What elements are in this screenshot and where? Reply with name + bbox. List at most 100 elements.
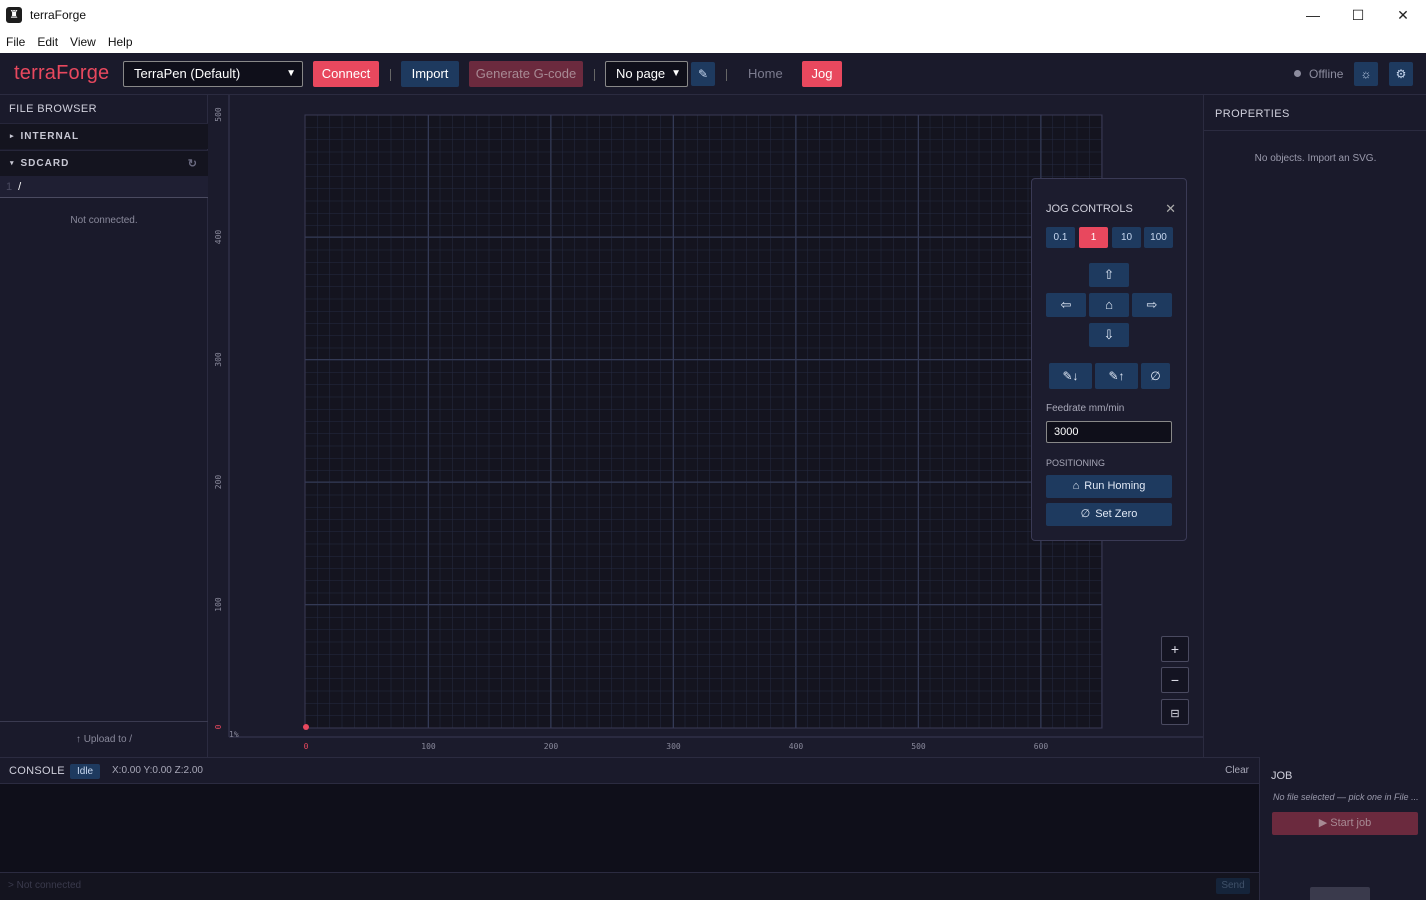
close-window-button[interactable]: ✕ xyxy=(1380,0,1426,30)
upload-button[interactable]: ↑ Upload to / xyxy=(0,721,208,757)
arrow-right-icon: ⇨ xyxy=(1146,297,1158,312)
console-header: CONSOLE Idle X:0.00 Y:0.00 Z:2.00 Clear xyxy=(0,757,1259,784)
menu-bar: File Edit View Help xyxy=(0,30,1426,53)
theme-toggle-button[interactable]: ☼ xyxy=(1354,62,1378,86)
chevron-down-icon: ▼ xyxy=(286,68,296,79)
feedrate-input[interactable]: 3000 xyxy=(1046,421,1172,443)
jog-left-button[interactable]: ⇦ xyxy=(1046,293,1086,317)
connection-status-label: Offline xyxy=(1309,67,1344,81)
path-index: 1 xyxy=(6,181,13,193)
x-tick-label: 600 xyxy=(1034,742,1049,751)
toolbar-divider xyxy=(390,69,391,81)
minus-icon: − xyxy=(1170,672,1180,688)
y-tick-label: 300 xyxy=(214,352,223,367)
sdcard-section-header[interactable]: ▾ SDCARD ↻ xyxy=(0,150,208,176)
jog-controls-panel: JOG CONTROLS ✕ 0.1 1 10 100 ⇧ ⇦ ⌂ ⇨ ⇩ ✎↓… xyxy=(1031,178,1187,541)
chevron-down-icon: ▼ xyxy=(671,68,681,79)
x-tick-label: 400 xyxy=(789,742,804,751)
y-tick-label: 100 xyxy=(214,597,223,612)
connect-button[interactable]: Connect xyxy=(313,61,379,87)
step-10-button[interactable]: 10 xyxy=(1112,227,1141,248)
machine-coords: X:0.00 Y:0.00 Z:2.00 xyxy=(112,765,203,776)
gear-icon: ⚙ xyxy=(1395,67,1407,81)
menu-file[interactable]: File xyxy=(6,35,25,49)
page-select[interactable]: No page ▼ xyxy=(605,61,688,87)
pen-up-icon: ✎↑ xyxy=(1108,369,1125,383)
feedrate-label: Feedrate mm/min xyxy=(1046,403,1125,414)
job-panel: JOB No file selected — pick one in File … xyxy=(1259,757,1426,900)
machine-select[interactable]: TerraPen (Default) ▼ xyxy=(123,61,303,87)
minor-grid xyxy=(305,115,1102,728)
minimize-button[interactable]: — xyxy=(1290,0,1336,30)
connection-status: Offline xyxy=(1294,67,1343,81)
step-0-1-button[interactable]: 0.1 xyxy=(1046,227,1075,248)
internal-section-header[interactable]: ▸ INTERNAL xyxy=(0,123,208,149)
menu-edit[interactable]: Edit xyxy=(37,35,58,49)
console-output xyxy=(0,784,1259,872)
arrow-left-icon: ⇦ xyxy=(1060,297,1072,312)
pencil-icon: ✎ xyxy=(697,67,709,81)
zoom-out-button[interactable]: − xyxy=(1161,667,1189,693)
y-tick-label: 200 xyxy=(214,475,223,490)
machine-state-badge: Idle xyxy=(70,764,101,779)
start-job-button[interactable]: ▶ Start job xyxy=(1272,812,1418,835)
jog-right-button[interactable]: ⇨ xyxy=(1132,293,1172,317)
console-input[interactable]: > Not connected xyxy=(8,880,81,891)
app-logo: terraForge xyxy=(14,62,110,84)
machine-select-value: TerraPen (Default) xyxy=(134,66,241,81)
jog-down-button[interactable]: ⇩ xyxy=(1089,323,1129,347)
pen-down-button[interactable]: ✎↓ xyxy=(1049,363,1092,389)
jog-controls-title: JOG CONTROLS xyxy=(1046,203,1133,215)
jog-home-button[interactable]: ⌂ xyxy=(1089,293,1129,317)
x-tick-label: 200 xyxy=(544,742,559,751)
page-select-value: No page xyxy=(616,66,666,81)
import-button[interactable]: Import xyxy=(401,61,459,87)
refresh-icon[interactable]: ↻ xyxy=(188,151,198,177)
settings-button[interactable]: ⚙ xyxy=(1389,62,1413,86)
jog-button[interactable]: Jog xyxy=(802,61,842,87)
menu-view[interactable]: View xyxy=(70,35,96,49)
maximize-button[interactable]: ☐ xyxy=(1335,0,1381,30)
run-homing-button[interactable]: ⌂ Run Homing xyxy=(1046,475,1172,498)
x-tick-label: 500 xyxy=(911,742,926,751)
properties-panel: PROPERTIES No objects. Import an SVG. xyxy=(1203,95,1426,757)
set-zero-icon-button[interactable]: ∅ xyxy=(1141,363,1170,389)
properties-title: PROPERTIES xyxy=(1215,108,1290,120)
sun-icon: ☼ xyxy=(1360,67,1372,81)
pen-up-button[interactable]: ✎↑ xyxy=(1095,363,1138,389)
zoom-percent-label: 1% xyxy=(229,730,239,739)
close-icon[interactable]: ✕ xyxy=(1165,201,1176,217)
sdcard-label: SDCARD xyxy=(20,158,70,169)
sdcard-path-row[interactable]: 1/ xyxy=(0,176,208,198)
file-browser-panel: FILE BROWSER ▸ INTERNAL ▾ SDCARD ↻ 1/ Not … xyxy=(0,95,208,757)
x-tick-label: 0 xyxy=(304,742,309,751)
y-tick-label: 500 xyxy=(214,107,223,122)
fit-view-button[interactable]: ⊟ xyxy=(1161,699,1189,725)
set-zero-label: Set Zero xyxy=(1095,508,1138,520)
internal-label: INTERNAL xyxy=(20,131,80,142)
plus-icon: + xyxy=(1170,641,1180,657)
arrow-up-icon: ⇧ xyxy=(1103,267,1115,282)
job-title: JOB xyxy=(1271,770,1293,782)
console-send-button[interactable]: Send xyxy=(1216,878,1250,894)
app-icon: ♜ xyxy=(6,7,22,23)
properties-empty: No objects. Import an SVG. xyxy=(1254,153,1377,164)
set-zero-button[interactable]: ∅ Set Zero xyxy=(1046,503,1172,526)
zero-icon: ∅ xyxy=(1150,369,1161,383)
home-button[interactable]: Home xyxy=(748,61,783,87)
properties-divider xyxy=(1204,130,1426,131)
console-clear-button[interactable]: Clear xyxy=(1225,765,1249,776)
job-no-file: No file selected — pick one in File ... xyxy=(1273,792,1419,802)
zero-icon: ∅ xyxy=(1080,508,1091,520)
file-browser-title: FILE BROWSER xyxy=(9,103,97,115)
window-titlebar: ♜ terraForge xyxy=(0,0,1426,30)
zoom-in-button[interactable]: + xyxy=(1161,636,1189,662)
generate-gcode-button[interactable]: Generate G-code xyxy=(469,61,583,87)
job-panel-tab xyxy=(1310,887,1370,900)
edit-page-button[interactable]: ✎ xyxy=(691,62,715,86)
y-tick-label: 400 xyxy=(214,230,223,245)
step-1-button[interactable]: 1 xyxy=(1079,227,1108,248)
jog-up-button[interactable]: ⇧ xyxy=(1089,263,1129,287)
step-100-button[interactable]: 100 xyxy=(1144,227,1173,248)
menu-help[interactable]: Help xyxy=(108,35,133,49)
